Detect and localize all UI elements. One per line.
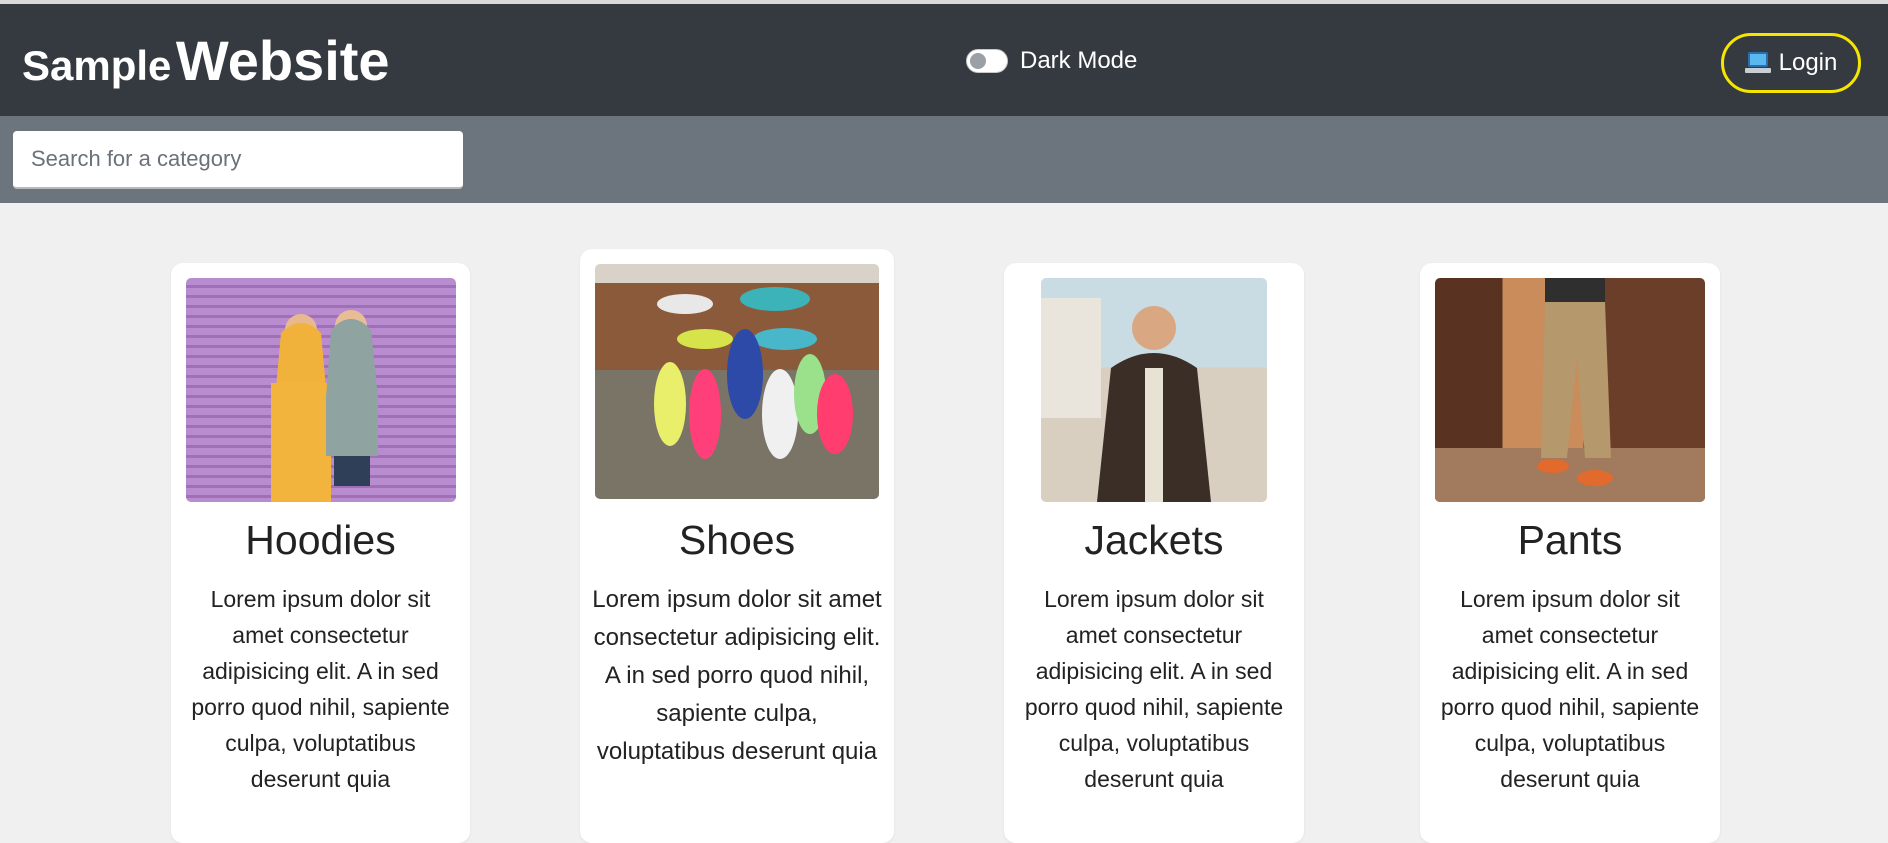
login-label: Login — [1778, 49, 1838, 76]
switch-knob — [970, 53, 986, 69]
jackets-photo — [1041, 278, 1267, 502]
brand-big-text: Website — [175, 29, 390, 92]
category-search-input[interactable] — [13, 131, 463, 189]
card-title: Hoodies — [245, 517, 396, 563]
card-text: Lorem ipsum dolor sit amet consectetur a… — [592, 586, 882, 765]
login-button[interactable]: Login — [1721, 33, 1861, 93]
laptop-icon — [1744, 52, 1771, 74]
category-card-jackets[interactable]: Jackets Lorem ipsum dolor sit amet conse… — [1004, 263, 1304, 843]
dark-mode-switch[interactable] — [966, 49, 1008, 73]
hoodies-photo — [186, 278, 456, 502]
card-text: Lorem ipsum dolor sit amet consectetur a… — [1024, 586, 1284, 792]
card-text: Lorem ipsum dolor sit amet consectetur a… — [191, 586, 450, 792]
pants-photo — [1435, 278, 1705, 502]
brand-small-text: Sample — [22, 42, 172, 89]
site-brand[interactable]: Sample Website — [22, 28, 390, 93]
search-band — [0, 116, 1888, 203]
card-title: Jackets — [1084, 517, 1224, 563]
category-card-pants[interactable]: Pants Lorem ipsum dolor sit amet consect… — [1420, 263, 1720, 843]
category-card-hoodies[interactable]: Hoodies Lorem ipsum dolor sit amet conse… — [171, 263, 470, 843]
dark-mode-label: Dark Mode — [1020, 47, 1138, 74]
card-text: Lorem ipsum dolor sit amet consectetur a… — [1440, 586, 1700, 792]
dark-mode-toggle[interactable]: Dark Mode — [966, 47, 1137, 75]
shoes-photo — [595, 264, 879, 499]
card-title: Pants — [1517, 517, 1623, 563]
card-title: Shoes — [678, 517, 796, 563]
category-card-shoes[interactable]: Shoes Lorem ipsum dolor sit amet consect… — [580, 249, 894, 843]
navbar: Sample Website Dark Mode Login — [0, 4, 1888, 116]
